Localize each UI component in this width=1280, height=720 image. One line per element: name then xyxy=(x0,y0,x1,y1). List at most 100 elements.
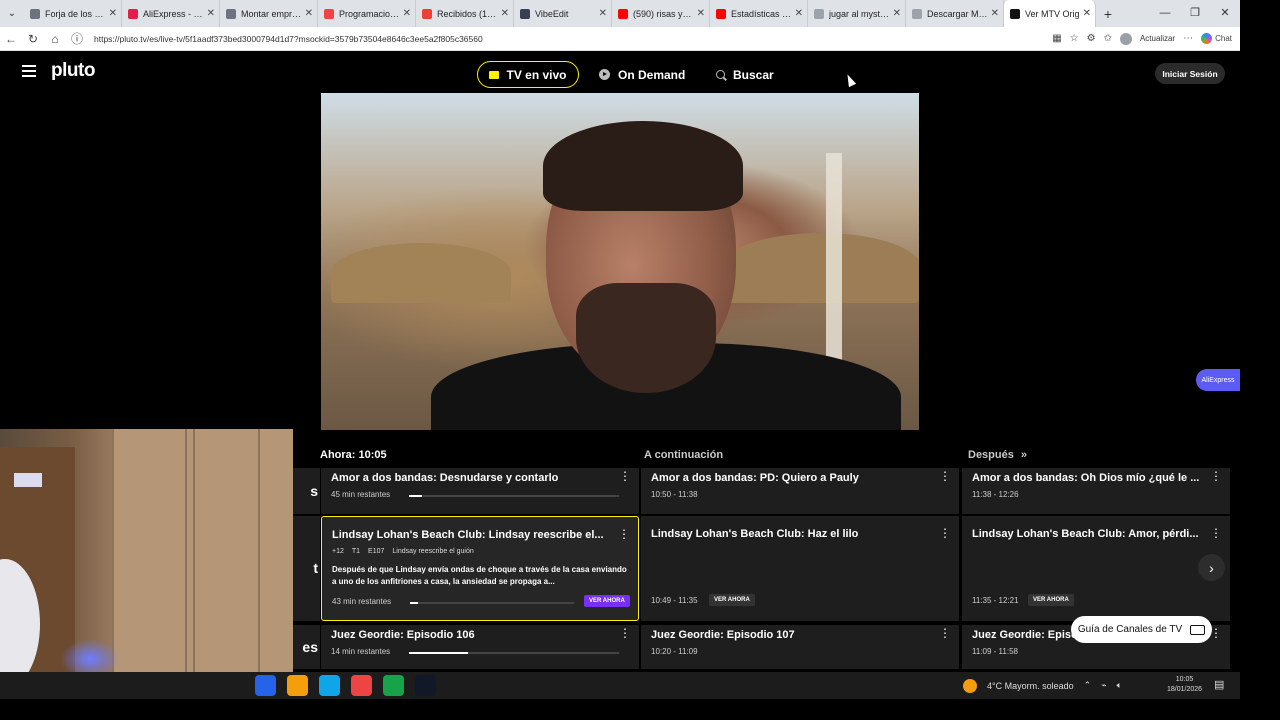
tab-close-icon[interactable]: ✕ xyxy=(991,8,999,19)
profile-avatar[interactable] xyxy=(1119,32,1132,45)
watch-now-button[interactable]: VER AHORA xyxy=(584,595,630,607)
refresh-icon[interactable]: ↻ xyxy=(22,32,44,46)
channel-logo[interactable]: s xyxy=(293,468,320,514)
taskbar-clock[interactable]: 10:05 18/01/2026 xyxy=(1167,675,1202,695)
system-tray: 4°C Mayorm. soleado ⌃ ⌁ 🔈︎ xyxy=(963,672,1122,699)
more-options-icon[interactable]: ⋮ xyxy=(1210,470,1222,482)
browser-tab[interactable]: Ver MTV Orig ✕ xyxy=(1004,0,1096,27)
tab-close-icon[interactable]: ✕ xyxy=(893,8,901,19)
nav-tv-live-label: TV en vivo xyxy=(506,67,567,82)
more-options-icon[interactable]: ⋮ xyxy=(939,527,951,539)
taskbar-app-icon[interactable] xyxy=(383,675,404,696)
video-player[interactable] xyxy=(321,93,919,430)
program-cell-now[interactable]: Lindsay Lohan's Beach Club: Lindsay rees… xyxy=(321,516,639,621)
screen-edge-bottom xyxy=(0,699,1280,720)
nav-search[interactable]: Buscar xyxy=(716,61,774,88)
tv-guide-label: Guía de Canales de TV xyxy=(1077,624,1183,635)
login-button[interactable]: Iniciar Sesión xyxy=(1155,63,1225,84)
progress-fill xyxy=(410,602,419,604)
guide-later-header[interactable]: Después » xyxy=(968,449,1027,467)
update-button[interactable]: Actualizar xyxy=(1140,34,1175,43)
channel-logo[interactable]: es xyxy=(293,625,320,669)
notifications-icon[interactable]: ▤ xyxy=(1214,678,1224,691)
webcam-overlay xyxy=(0,429,293,687)
minimize-icon[interactable]: — xyxy=(1150,0,1180,27)
webcam-door-line xyxy=(185,429,187,687)
nav-tv-live[interactable]: TV en vivo xyxy=(477,61,579,88)
browser-tab[interactable]: Montar empresa ✕ xyxy=(220,0,318,27)
tab-close-icon[interactable]: ✕ xyxy=(305,8,313,19)
browser-tab[interactable]: jugar al myst grat✕ xyxy=(808,0,906,27)
guide-next-arrow[interactable]: › xyxy=(1198,554,1225,581)
more-options-icon[interactable]: ⋮ xyxy=(619,470,631,482)
tray-volume-icon[interactable]: 🔈︎ xyxy=(1117,680,1122,691)
browser-tab[interactable]: Estadísticas del v✕ xyxy=(710,0,808,27)
browser-tab[interactable]: Programacion TV✕ xyxy=(318,0,416,27)
time-remaining: 45 min restantes xyxy=(331,490,391,499)
tab-actions-icon[interactable]: ⌄ xyxy=(0,0,24,27)
program-cell-next[interactable]: Juez Geordie: Episodio 107 ⋮ 10:20 - 11:09 xyxy=(641,625,959,669)
tray-network-icon[interactable]: ⌁ xyxy=(1101,680,1106,691)
favorites-bar-icon[interactable]: ✩ xyxy=(1104,33,1112,44)
tab-close-icon[interactable]: ✕ xyxy=(599,8,607,19)
browser-tab[interactable]: Descargar Myst ✕ xyxy=(906,0,1004,27)
weather-icon[interactable] xyxy=(963,678,977,693)
menu-icon[interactable] xyxy=(22,65,36,77)
more-options-icon[interactable]: ⋮ xyxy=(618,528,630,540)
time-remaining: 14 min restantes xyxy=(331,647,391,656)
program-time: 10:50 - 11:38 xyxy=(651,490,698,499)
progress-bar xyxy=(409,652,619,654)
read-mode-icon[interactable]: ▦ xyxy=(1052,33,1061,44)
back-icon[interactable]: ← xyxy=(0,32,22,46)
restore-icon[interactable]: ❐ xyxy=(1180,0,1210,27)
more-icon[interactable]: ⋯ xyxy=(1183,33,1193,44)
program-cell-next[interactable]: Lindsay Lohan's Beach Club: Haz el lilo ⋮… xyxy=(641,516,959,621)
browser-tab[interactable]: (590) risas y mas✕ xyxy=(612,0,710,27)
browser-tab[interactable]: VibeEdit ✕ xyxy=(514,0,612,27)
browser-tab[interactable]: AliExpress - Comp✕ xyxy=(122,0,220,27)
watch-now-button[interactable]: VER AHORA xyxy=(709,594,755,606)
more-options-icon[interactable]: ⋮ xyxy=(1210,527,1222,539)
browser-tab[interactable]: Recibidos (1.200)✕ xyxy=(416,0,514,27)
program-cell-now[interactable]: Juez Geordie: Episodio 106 ⋮ 14 min restan… xyxy=(321,625,639,669)
more-options-icon[interactable]: ⋮ xyxy=(939,470,951,482)
favorite-icon[interactable]: ☆ xyxy=(1070,33,1079,44)
aliexpress-badge[interactable]: AliExpress xyxy=(1196,369,1240,391)
tab-close-icon[interactable]: ✕ xyxy=(795,8,803,19)
tab-close-icon[interactable]: ✕ xyxy=(207,8,215,19)
taskbar-app-icon[interactable] xyxy=(319,675,340,696)
tab-favicon-icon xyxy=(814,8,824,19)
program-cell-later[interactable]: Lindsay Lohan's Beach Club: Amor, pérdi.… xyxy=(962,516,1230,621)
tab-close-icon[interactable]: ✕ xyxy=(403,8,411,19)
more-options-icon[interactable]: ⋮ xyxy=(939,627,951,639)
site-info-icon[interactable]: ⓘ xyxy=(66,30,88,47)
tray-chevron-icon[interactable]: ⌃ xyxy=(1084,680,1092,691)
more-options-icon[interactable]: ⋮ xyxy=(619,627,631,639)
extensions-icon[interactable]: ⚙ xyxy=(1087,33,1096,44)
channel-logo[interactable]: t xyxy=(293,516,320,621)
close-window-icon[interactable]: ✕ xyxy=(1210,0,1240,27)
video-hut-roof-right xyxy=(721,233,919,303)
tab-close-icon[interactable]: ✕ xyxy=(1083,8,1091,19)
program-cell-now[interactable]: Amor a dos bandas: Desnudarse y contarlo… xyxy=(321,468,639,514)
url-field[interactable]: https://pluto.tv/es/live-tv/5f1aadf373be… xyxy=(94,34,974,44)
tab-close-icon[interactable]: ✕ xyxy=(697,8,705,19)
nav-on-demand[interactable]: On Demand xyxy=(599,61,685,88)
new-tab-button[interactable]: + xyxy=(1096,6,1120,22)
program-cell-next[interactable]: Amor a dos bandas: PD: Quiero a Pauly ⋮ 10… xyxy=(641,468,959,514)
taskbar-app-icon[interactable] xyxy=(351,675,372,696)
tv-guide-button[interactable]: Guía de Canales de TV xyxy=(1071,616,1212,643)
watch-now-button[interactable]: VER AHORA xyxy=(1028,594,1074,606)
pluto-logo[interactable]: pluto xyxy=(51,60,95,82)
taskbar-app-icon[interactable] xyxy=(415,675,436,696)
taskbar-app-icon[interactable] xyxy=(255,675,276,696)
program-cell-later[interactable]: Amor a dos bandas: Oh Dios mío ¿qué le .… xyxy=(962,468,1230,514)
home-icon[interactable]: ⌂ xyxy=(44,32,66,46)
taskbar-app-icon[interactable] xyxy=(287,675,308,696)
tab-close-icon[interactable]: ✕ xyxy=(501,8,509,19)
tab-close-icon[interactable]: ✕ xyxy=(109,8,117,19)
copilot-chat-button[interactable]: Chat xyxy=(1201,33,1232,44)
tab-favicon-icon xyxy=(618,8,628,19)
browser-tab[interactable]: Forja de los Impe✕ xyxy=(24,0,122,27)
weather-text[interactable]: 4°C Mayorm. soleado xyxy=(987,681,1074,691)
